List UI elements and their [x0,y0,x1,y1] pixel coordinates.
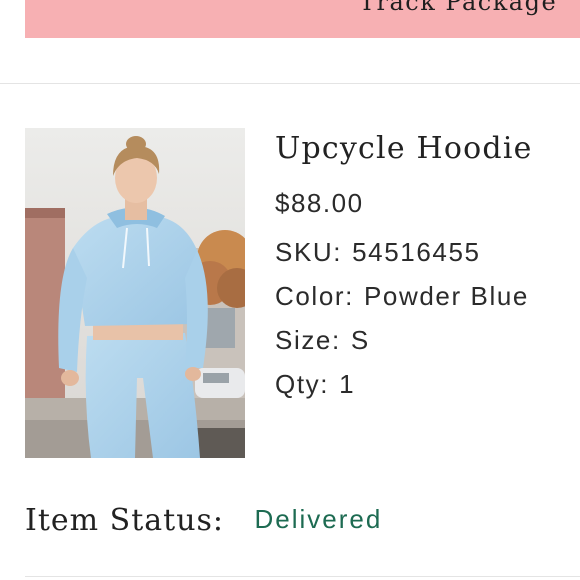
color-value: Powder Blue [363,281,529,311]
divider [25,576,580,577]
size-value: S [350,325,370,355]
size-label: Size: [275,325,341,355]
color-row: Color: Powder Blue [275,274,575,318]
product-price: $88.00 [275,188,364,218]
product-name[interactable]: Upcycle Hoodie [275,128,575,170]
item-status-label: Item Status: [25,503,225,538]
item-status-value: Delivered [254,504,383,534]
item-status-row: Item Status: Delivered [25,503,382,538]
sku-label: SKU: [275,237,343,267]
product-info: Upcycle Hoodie $88.00 SKU: 54516455 Color… [275,128,575,406]
qty-label: Qty: [275,369,330,399]
qty-row: Qty: 1 [275,362,575,406]
product-details: SKU: 54516455 Color: Powder Blue Size: S Qt… [275,230,575,406]
size-row: Size: S [275,318,575,362]
sku-row: SKU: 54516455 [275,230,575,274]
order-item-page: Track Package Upcycle Hoodie $88.00 SKU:… [0,0,580,580]
sku-value: 54516455 [352,237,481,267]
color-label: Color: [275,281,354,311]
divider [0,83,580,84]
track-package-label: Track Package [359,0,558,16]
track-package-button[interactable]: Track Package [25,0,580,38]
product-image[interactable] [25,128,245,458]
qty-value: 1 [339,369,356,399]
